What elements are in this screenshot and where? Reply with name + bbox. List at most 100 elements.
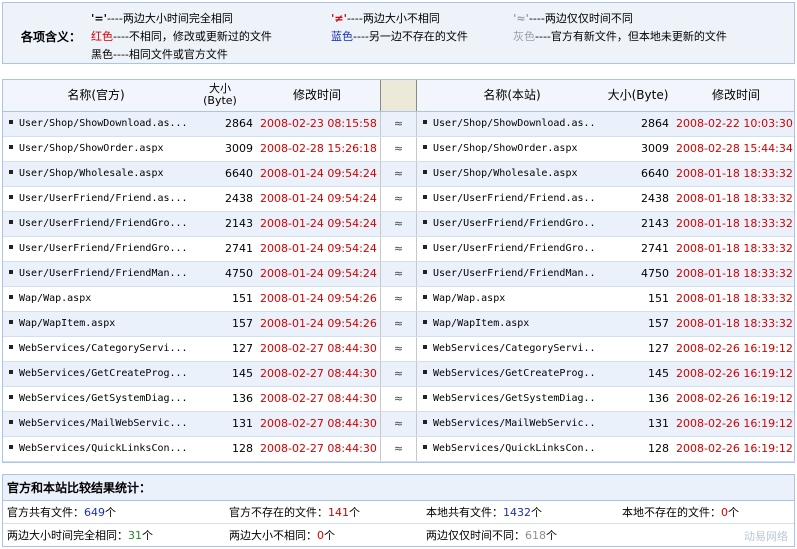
header-size-official: 大小 (Byte): [199, 80, 241, 111]
stats-panel: 官方和本站比较结果统计： 官方共有文件：649个 官方不存在的文件：141个 本…: [2, 474, 795, 547]
table-row[interactable]: WebServices/CategoryServi... 127 2008-02-2…: [3, 337, 794, 362]
file-size-local: 131: [648, 417, 669, 430]
bullet-icon: [9, 445, 13, 449]
file-name-official-text: Wap/WapItem.aspx: [19, 318, 116, 329]
legend-black-text: ----相同文件或官方文件: [113, 48, 228, 61]
comparison-table: 名称(官方) 大小 (Byte) 修改时间 名称(本站) 大小(Byte) 修改…: [2, 79, 795, 463]
bullet-icon: [423, 220, 427, 224]
table-row[interactable]: User/Shop/ShowOrder.aspx 3009 2008-02-28 1…: [3, 137, 794, 162]
table-row[interactable]: User/UserFriend/Friend.as... 2438 2008-01-…: [3, 187, 794, 212]
table-row[interactable]: User/UserFriend/FriendMan... 4750 2008-01-…: [3, 262, 794, 287]
table-header: 名称(官方) 大小 (Byte) 修改时间 名称(本站) 大小(Byte) 修改…: [3, 80, 794, 112]
file-time-local: 2008-02-26 16:19:12: [676, 417, 793, 430]
table-row[interactable]: WebServices/GetCreateProg... 145 2008-02-2…: [3, 362, 794, 387]
file-size-local: 2143: [641, 217, 669, 230]
stat-label: 两边大小时间完全相同：: [7, 529, 128, 542]
file-name-local: WebServices/MailWebServic...: [423, 412, 595, 436]
file-name-local-text: User/Shop/ShowDownload.as...: [433, 118, 595, 129]
file-size-local: 6640: [641, 167, 669, 180]
file-time-official: 2008-02-27 08:44:30: [260, 417, 377, 430]
table-row[interactable]: WebServices/GetSystemDiag... 136 2008-02-2…: [3, 387, 794, 412]
compare-symbol: ≈: [380, 412, 417, 436]
compare-symbol: ≈: [380, 112, 417, 136]
table-row[interactable]: User/Shop/Wholesale.aspx 6640 2008-01-24 0…: [3, 162, 794, 187]
file-name-local-text: User/UserFriend/FriendGro...: [433, 243, 595, 254]
legend-black-label: 黑色: [91, 48, 113, 61]
file-time-local: 2008-01-18 18:33:32: [676, 242, 793, 255]
file-time-local: 2008-01-18 18:33:32: [676, 292, 793, 305]
table-row[interactable]: User/UserFriend/FriendGro... 2741 2008-01-…: [3, 237, 794, 262]
stat-official-missing: 官方不存在的文件：141个: [229, 501, 360, 524]
watermark: 动易网络: [744, 530, 788, 543]
file-size-local: 4750: [641, 267, 669, 280]
file-name-official-text: User/UserFriend/FriendGro...: [19, 243, 188, 254]
file-size-local: 145: [648, 367, 669, 380]
bullet-icon: [423, 295, 427, 299]
file-time-official: 2008-02-27 08:44:30: [260, 442, 377, 455]
file-size-official: 3009: [225, 142, 253, 155]
compare-symbol: ≈: [380, 437, 417, 461]
file-name-local: Wap/Wap.aspx: [423, 287, 595, 311]
stat-value: 31: [128, 529, 142, 542]
stat-value: 0: [721, 506, 728, 519]
stat-official-total: 官方共有文件：649个: [7, 501, 116, 524]
file-size-official: 136: [232, 392, 253, 405]
file-time-local: 2008-02-28 15:44:34: [676, 142, 793, 155]
file-name-local-text: WebServices/MailWebServic...: [433, 418, 595, 429]
file-size-local: 151: [648, 292, 669, 305]
table-row[interactable]: Wap/Wap.aspx 151 2008-01-24 09:54:26 ≈ Wap/W…: [3, 287, 794, 312]
bullet-icon: [9, 245, 13, 249]
file-name-local-text: User/UserFriend/FriendGro...: [433, 218, 595, 229]
stat-unit: 个: [324, 529, 335, 542]
bullet-icon: [423, 370, 427, 374]
file-name-official-text: User/UserFriend/FriendGro...: [19, 218, 188, 229]
bullet-icon: [9, 270, 13, 274]
file-name-local-text: WebServices/GetCreateProg...: [433, 368, 595, 379]
file-name-official-text: WebServices/CategoryServi...: [19, 343, 188, 354]
file-name-local-text: User/UserFriend/Friend.as...: [433, 193, 595, 204]
file-name-local-text: Wap/WapItem.aspx: [433, 318, 530, 329]
bullet-icon: [9, 145, 13, 149]
file-name-official: WebServices/CategoryServi...: [9, 337, 195, 361]
table-row[interactable]: User/UserFriend/FriendGro... 2143 2008-01-…: [3, 212, 794, 237]
file-size-local: 128: [648, 442, 669, 455]
file-time-local: 2008-02-26 16:19:12: [676, 342, 793, 355]
file-name-official-text: User/UserFriend/FriendMan...: [19, 268, 188, 279]
file-time-official: 2008-02-27 08:44:30: [260, 367, 377, 380]
compare-symbol: ≈: [380, 187, 417, 211]
compare-symbol: ≈: [380, 337, 417, 361]
table-row[interactable]: User/Shop/ShowDownload.as... 2864 2008-02-…: [3, 112, 794, 137]
stat-label: 两边大小不相同：: [229, 529, 317, 542]
file-name-local: User/UserFriend/FriendGro...: [423, 212, 595, 236]
compare-symbol: ≈: [380, 262, 417, 286]
bullet-icon: [423, 270, 427, 274]
legend-blue-text: ----另一边不存在的文件: [353, 30, 468, 43]
file-name-local-text: Wap/Wap.aspx: [433, 293, 506, 304]
file-time-local: 2008-01-18 18:33:32: [676, 167, 793, 180]
bullet-icon: [9, 420, 13, 424]
file-name-local-text: WebServices/CategoryServi...: [433, 343, 595, 354]
file-time-official: 2008-02-23 08:15:58: [260, 117, 377, 130]
file-name-official-text: WebServices/GetSystemDiag...: [19, 393, 188, 404]
file-size-official: 151: [232, 292, 253, 305]
legend-title: 各项含义：: [21, 30, 82, 44]
legend-blue: 蓝色----另一边不存在的文件: [331, 28, 468, 44]
file-time-official: 2008-02-28 15:26:18: [260, 142, 377, 155]
table-row[interactable]: Wap/WapItem.aspx 157 2008-01-24 09:54:26 ≈ W…: [3, 312, 794, 337]
file-time-local: 2008-02-26 16:19:12: [676, 392, 793, 405]
stat-value: 618: [525, 529, 546, 542]
bullet-icon: [9, 395, 13, 399]
file-time-official: 2008-01-24 09:54:24: [260, 242, 377, 255]
file-name-official: User/UserFriend/Friend.as...: [9, 187, 195, 211]
file-name-official: User/UserFriend/FriendGro...: [9, 237, 195, 261]
file-size-official: 2741: [225, 242, 253, 255]
legend-equal-text: ----两边大小时间完全相同: [106, 12, 233, 25]
file-size-local: 136: [648, 392, 669, 405]
bullet-icon: [423, 120, 427, 124]
table-row[interactable]: WebServices/MailWebServic... 131 2008-02-2…: [3, 412, 794, 437]
file-name-local-text: User/Shop/ShowOrder.aspx: [433, 143, 578, 154]
legend-red: 红色----不相同，修改或更新过的文件: [91, 28, 272, 44]
stat-local-total: 本地共有文件：1432个: [426, 501, 542, 524]
file-size-official: 127: [232, 342, 253, 355]
table-row[interactable]: WebServices/QuickLinksCon... 128 2008-02-2…: [3, 437, 794, 462]
